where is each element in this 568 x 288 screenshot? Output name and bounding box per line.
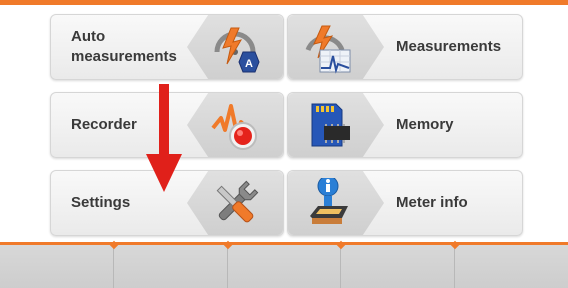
measurements-label: Measurements [396, 38, 502, 55]
softkey-bar [0, 242, 568, 288]
auto-measurements-icon: A [214, 27, 260, 73]
memory-button[interactable]: Memory [287, 92, 523, 158]
meter-info-button[interactable]: Meter info [287, 170, 523, 236]
auto-measurements-label: Auto measurements [71, 28, 177, 65]
softkey-1[interactable] [0, 245, 114, 288]
meter-info-label: Meter info [396, 194, 468, 211]
settings-tools-icon [216, 180, 259, 223]
measurements-icon [305, 25, 351, 74]
softkey-3[interactable] [227, 245, 342, 288]
recorder-icon [211, 104, 257, 150]
top-accent-bar [0, 0, 568, 5]
memory-label: Memory [396, 116, 454, 133]
softkey-5[interactable] [455, 245, 568, 288]
memory-card-icon [311, 103, 350, 147]
softkey-2[interactable] [113, 245, 228, 288]
svg-text:A: A [245, 58, 253, 70]
red-arrow-annotation [146, 84, 182, 192]
measurements-button[interactable]: Measurements [287, 14, 523, 80]
softkey-4[interactable] [341, 245, 456, 288]
auto-measurements-button[interactable]: Auto measurements A [50, 14, 284, 80]
meter-info-icon [310, 178, 348, 224]
